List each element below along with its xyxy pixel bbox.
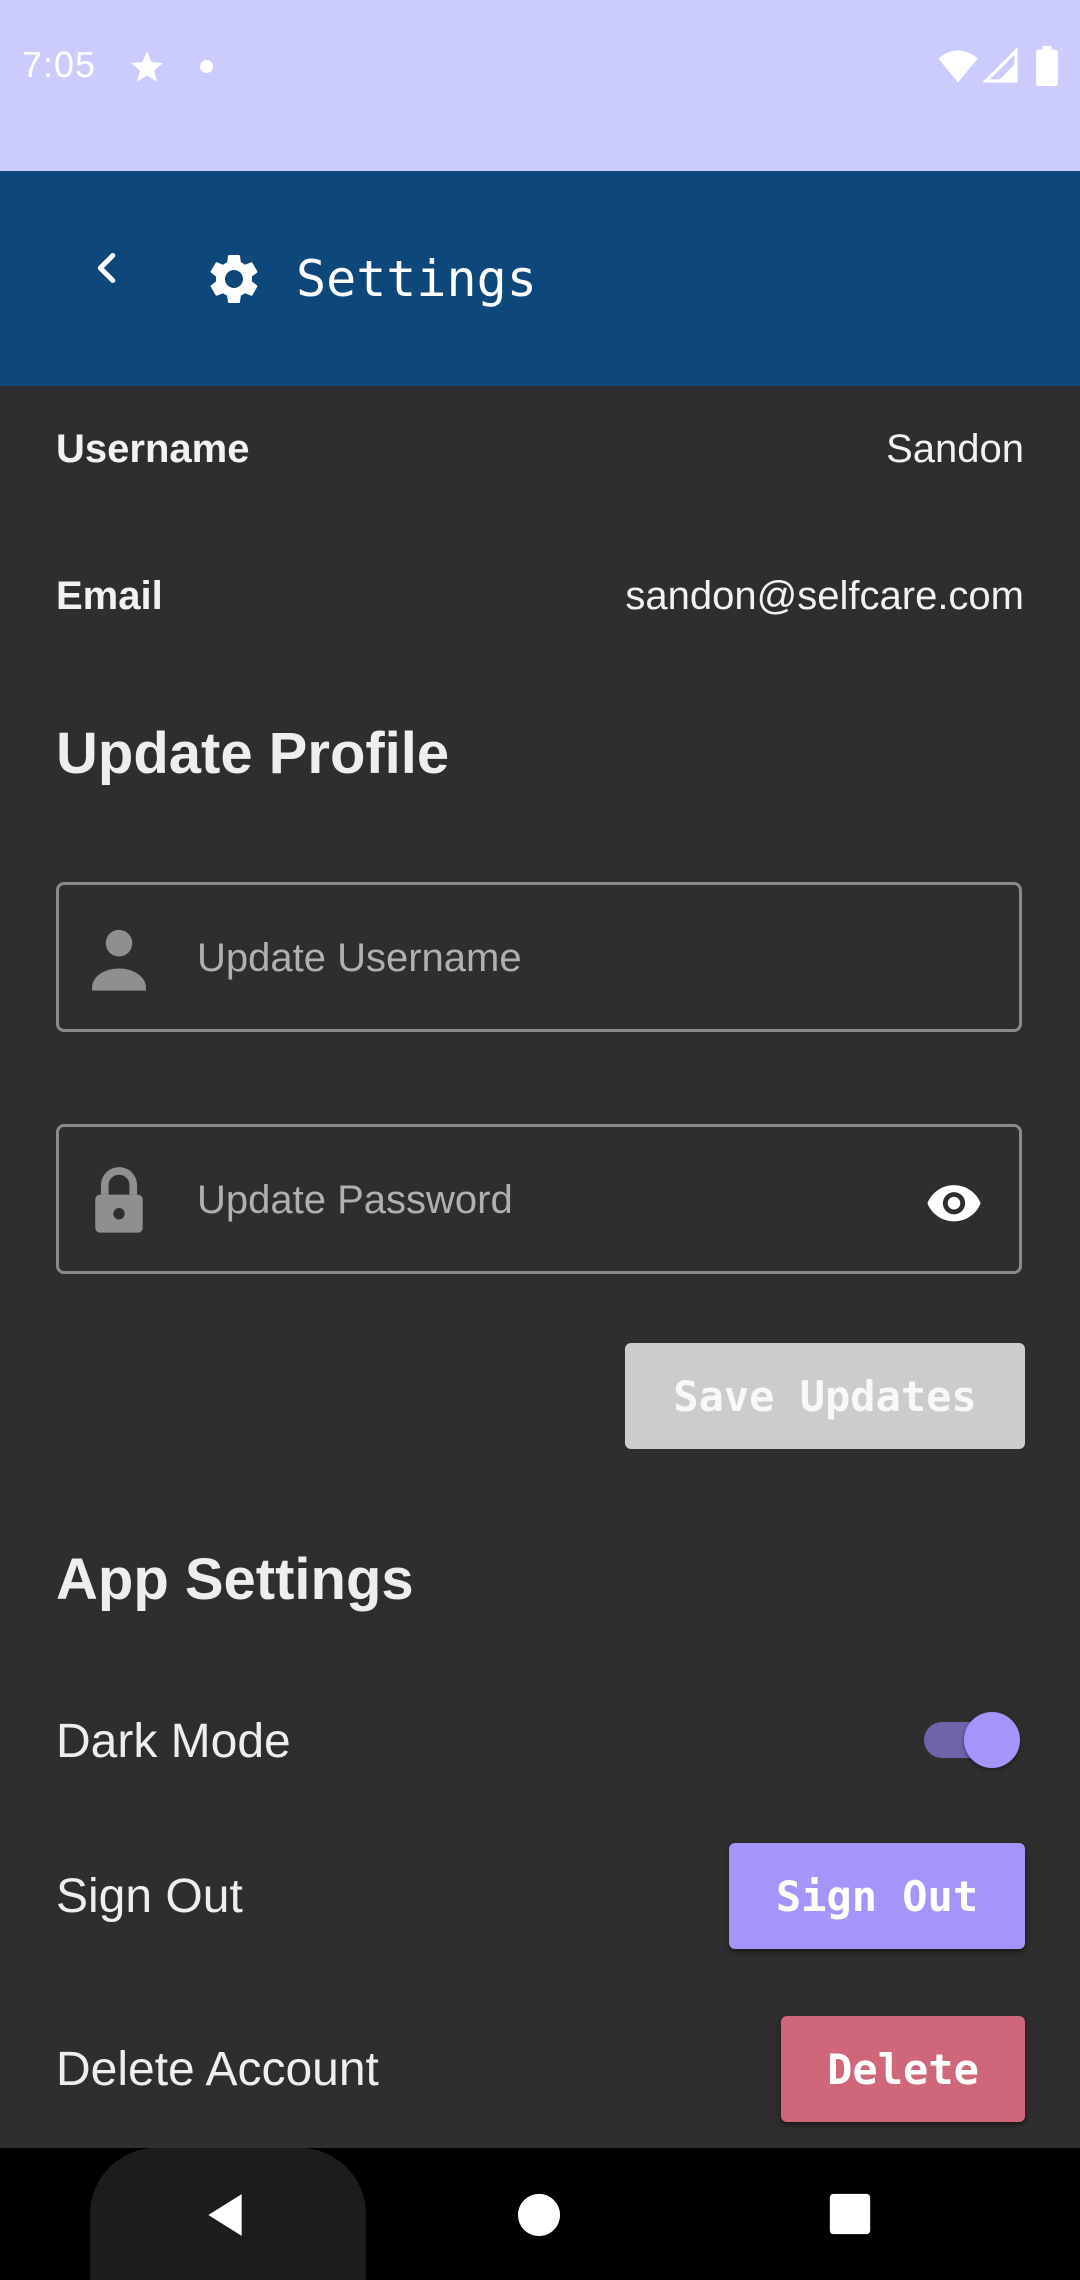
battery-icon: [1036, 46, 1058, 86]
email-value: sandon@selfcare.com: [625, 573, 1024, 618]
update-username-input[interactable]: [197, 925, 837, 991]
notification-dot-icon: [200, 60, 213, 73]
delete-account-label: Delete Account: [56, 2043, 379, 2096]
settings-content: Username Sandon Email sandon@selfcare.co…: [0, 386, 1080, 2148]
username-label: Username: [56, 426, 250, 471]
gear-icon: [210, 255, 258, 303]
status-time: 7:05: [22, 44, 97, 85]
chevron-left-icon: [97, 253, 116, 283]
signal-icon: [983, 48, 1018, 83]
eye-icon[interactable]: [925, 1173, 983, 1231]
home-circle-icon[interactable]: [516, 2192, 562, 2238]
recents-square-icon[interactable]: [828, 2192, 872, 2236]
sign-out-button[interactable]: Sign Out: [729, 1843, 1025, 1949]
back-triangle-icon[interactable]: [200, 2190, 250, 2240]
lock-icon: [95, 1167, 143, 1233]
update-password-input[interactable]: [197, 1167, 837, 1233]
star-icon: [131, 51, 163, 82]
wifi-icon: [938, 50, 978, 83]
save-updates-button[interactable]: Save Updates: [625, 1343, 1025, 1449]
update-username-field[interactable]: [56, 882, 1022, 1032]
username-row: Username Sandon: [56, 419, 1024, 479]
navigation-bar: [0, 2148, 1080, 2280]
back-button[interactable]: [70, 231, 144, 305]
status-bar: 7:05: [0, 0, 1080, 171]
page-title: Settings: [296, 250, 537, 308]
email-row: Email sandon@selfcare.com: [56, 566, 1024, 626]
dark-mode-label: Dark Mode: [56, 1715, 291, 1768]
app-settings-heading: App Settings: [56, 1547, 414, 1612]
toggle-thumb: [964, 1712, 1020, 1768]
sign-out-label: Sign Out: [56, 1870, 243, 1923]
update-profile-heading: Update Profile: [56, 721, 450, 786]
email-label: Email: [56, 573, 163, 618]
update-password-field[interactable]: [56, 1124, 1022, 1274]
delete-account-button[interactable]: Delete: [781, 2016, 1025, 2122]
username-value: Sandon: [886, 426, 1024, 471]
dark-mode-toggle[interactable]: [920, 1708, 1024, 1772]
person-icon: [92, 929, 146, 991]
settings-screen: 7:05 Settings Username Sandon Email sand…: [0, 0, 1080, 2280]
app-bar: Settings: [0, 171, 1080, 386]
